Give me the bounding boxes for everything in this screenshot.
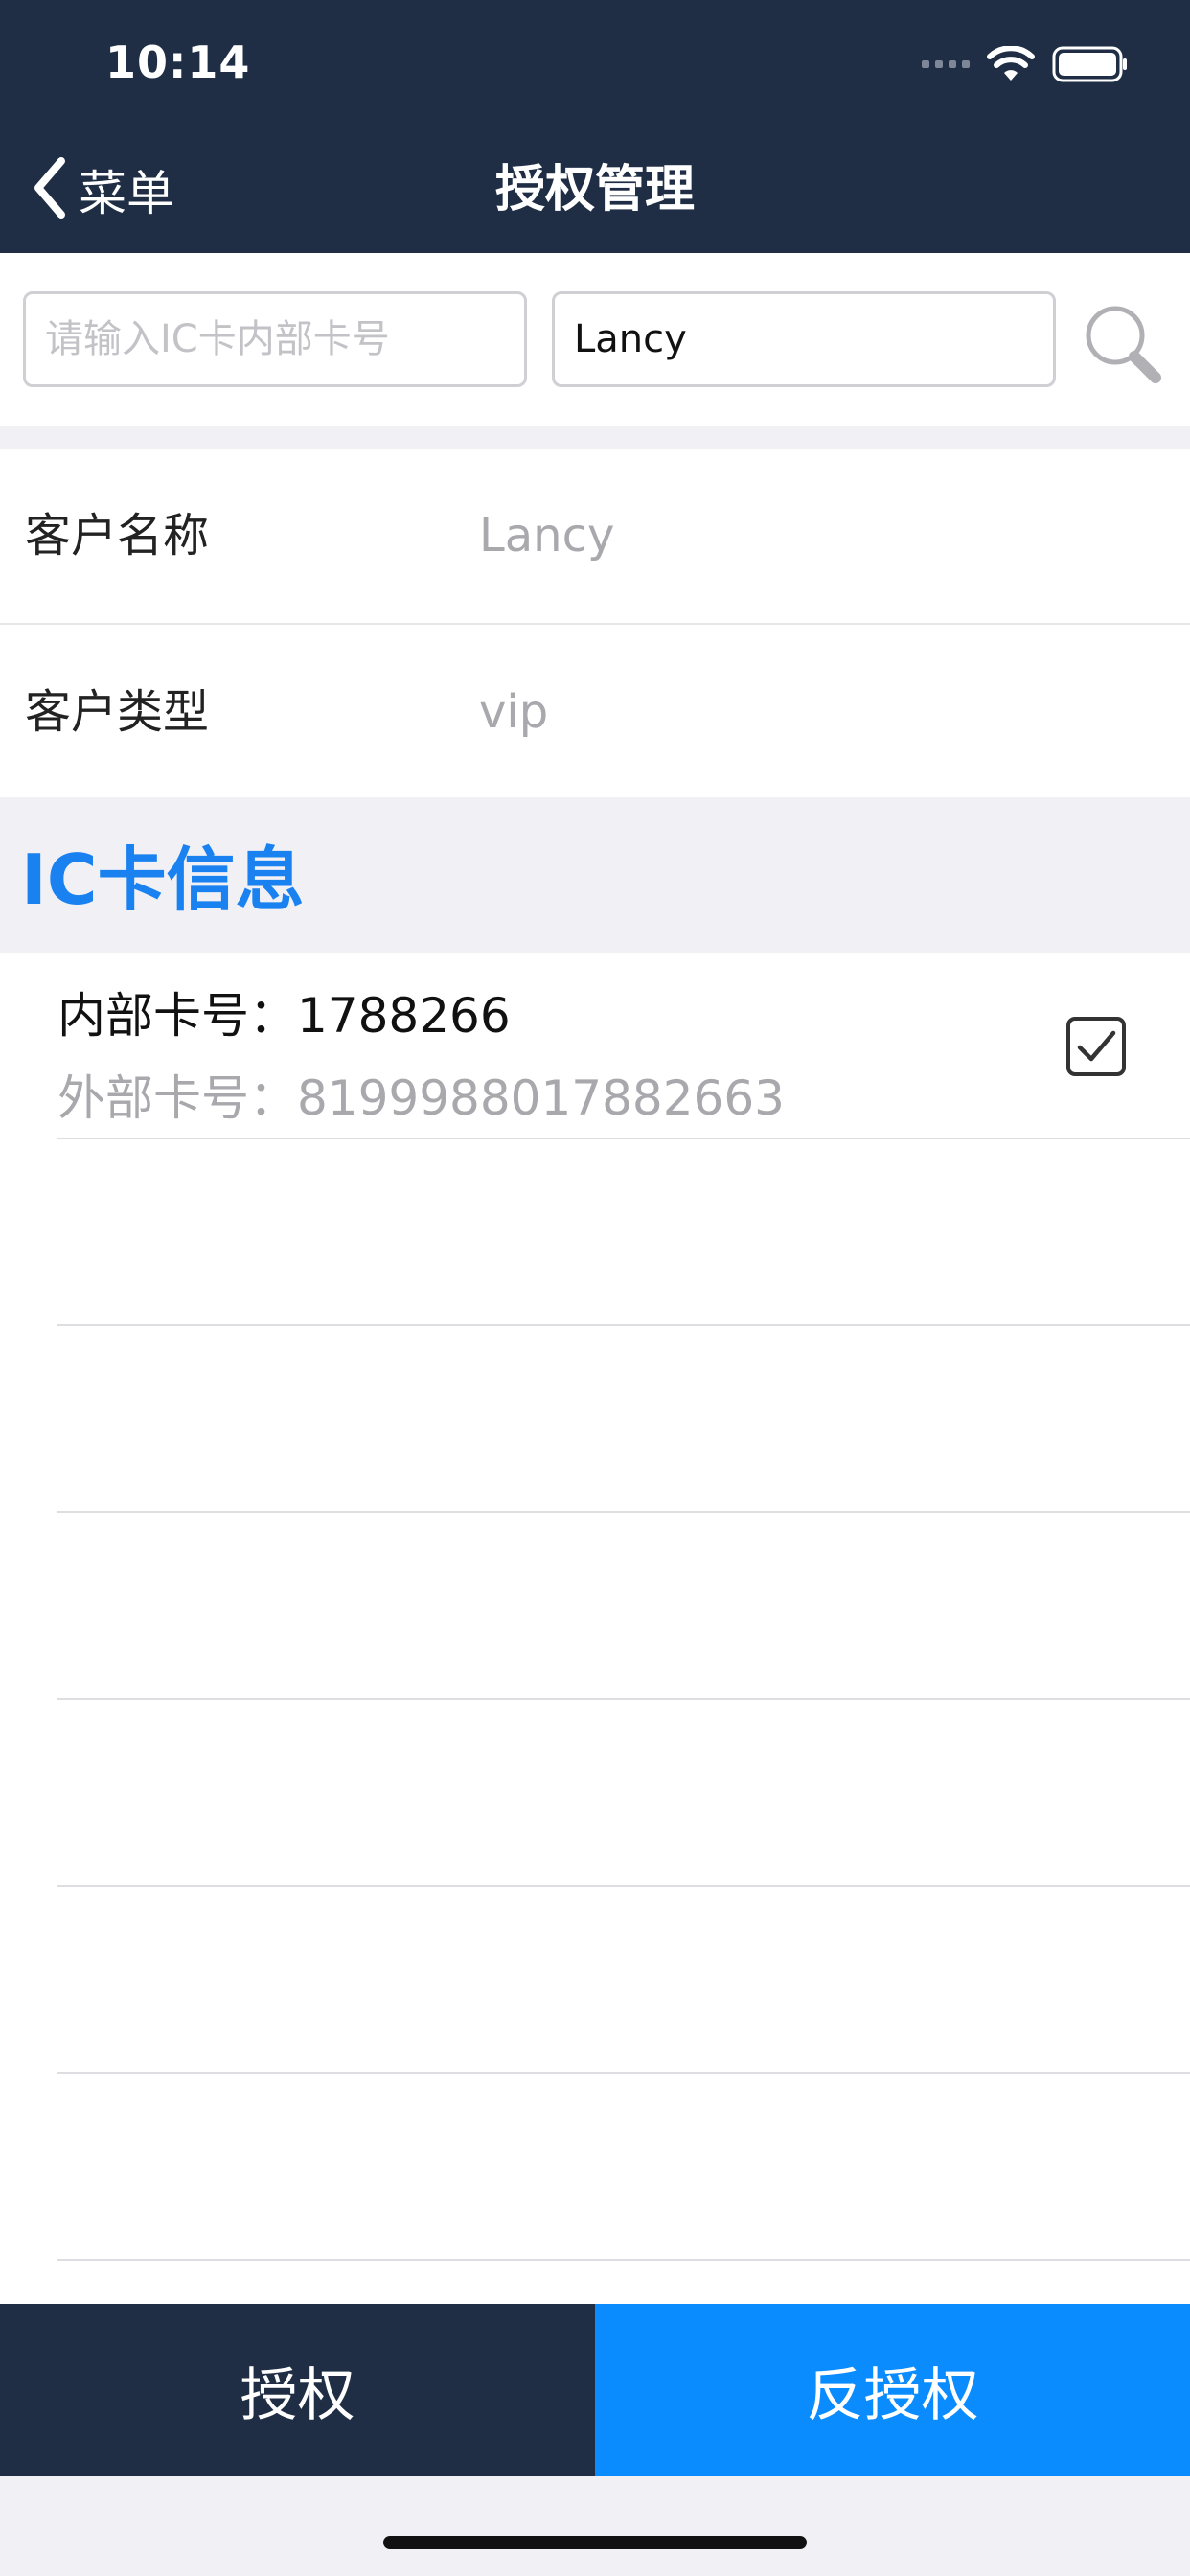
empty-list-row bbox=[0, 2074, 1190, 2261]
empty-list-row bbox=[0, 1513, 1190, 1700]
customer-type-row: 客户类型 vip bbox=[0, 623, 1190, 797]
list-item[interactable]: 内部卡号：1788266 外部卡号：8199988017882663 bbox=[0, 953, 1190, 1139]
ic-section-header: IC卡信息 bbox=[0, 797, 1190, 953]
customer-info-list: 客户名称 Lancy 客户类型 vip bbox=[0, 448, 1190, 797]
unauthorize-button[interactable]: 反授权 bbox=[595, 2304, 1190, 2476]
empty-list-row bbox=[0, 1887, 1190, 2074]
customer-name-row: 客户名称 Lancy bbox=[0, 448, 1190, 623]
empty-list-row bbox=[0, 1326, 1190, 1513]
empty-list-row bbox=[0, 1700, 1190, 1887]
row-divider bbox=[57, 2259, 1190, 2261]
internal-card-number: 内部卡号：1788266 bbox=[57, 988, 511, 1044]
customer-name-label: 客户名称 bbox=[25, 509, 210, 563]
search-bar bbox=[0, 253, 1190, 426]
authorize-button[interactable]: 授权 bbox=[0, 2304, 595, 2476]
ic-card-list: 内部卡号：1788266 外部卡号：8199988017882663 bbox=[0, 953, 1190, 2304]
bottom-action-bar: 授权 反授权 bbox=[0, 2304, 1190, 2476]
home-indicator[interactable] bbox=[383, 2536, 807, 2549]
wifi-icon bbox=[987, 46, 1035, 82]
customer-type-value: vip bbox=[479, 685, 549, 739]
empty-list-row bbox=[0, 1139, 1190, 1326]
external-card-number: 外部卡号：8199988017882663 bbox=[57, 1070, 785, 1126]
ic-card-number-input[interactable] bbox=[23, 291, 527, 387]
customer-name-input[interactable] bbox=[552, 291, 1056, 387]
search-icon[interactable] bbox=[1081, 301, 1163, 383]
checkbox-checked-icon[interactable] bbox=[1065, 1016, 1127, 1077]
customer-type-label: 客户类型 bbox=[25, 685, 210, 739]
status-icons bbox=[922, 42, 1129, 86]
signal-icon bbox=[922, 60, 970, 68]
status-time: 10:14 bbox=[105, 36, 251, 88]
ic-section-title: IC卡信息 bbox=[21, 840, 305, 920]
page-title: 授权管理 bbox=[494, 161, 695, 218]
customer-name-value: Lancy bbox=[479, 509, 615, 563]
nav-header: 10:14 菜单 授权管理 bbox=[0, 0, 1190, 253]
battery-icon bbox=[1052, 45, 1129, 83]
